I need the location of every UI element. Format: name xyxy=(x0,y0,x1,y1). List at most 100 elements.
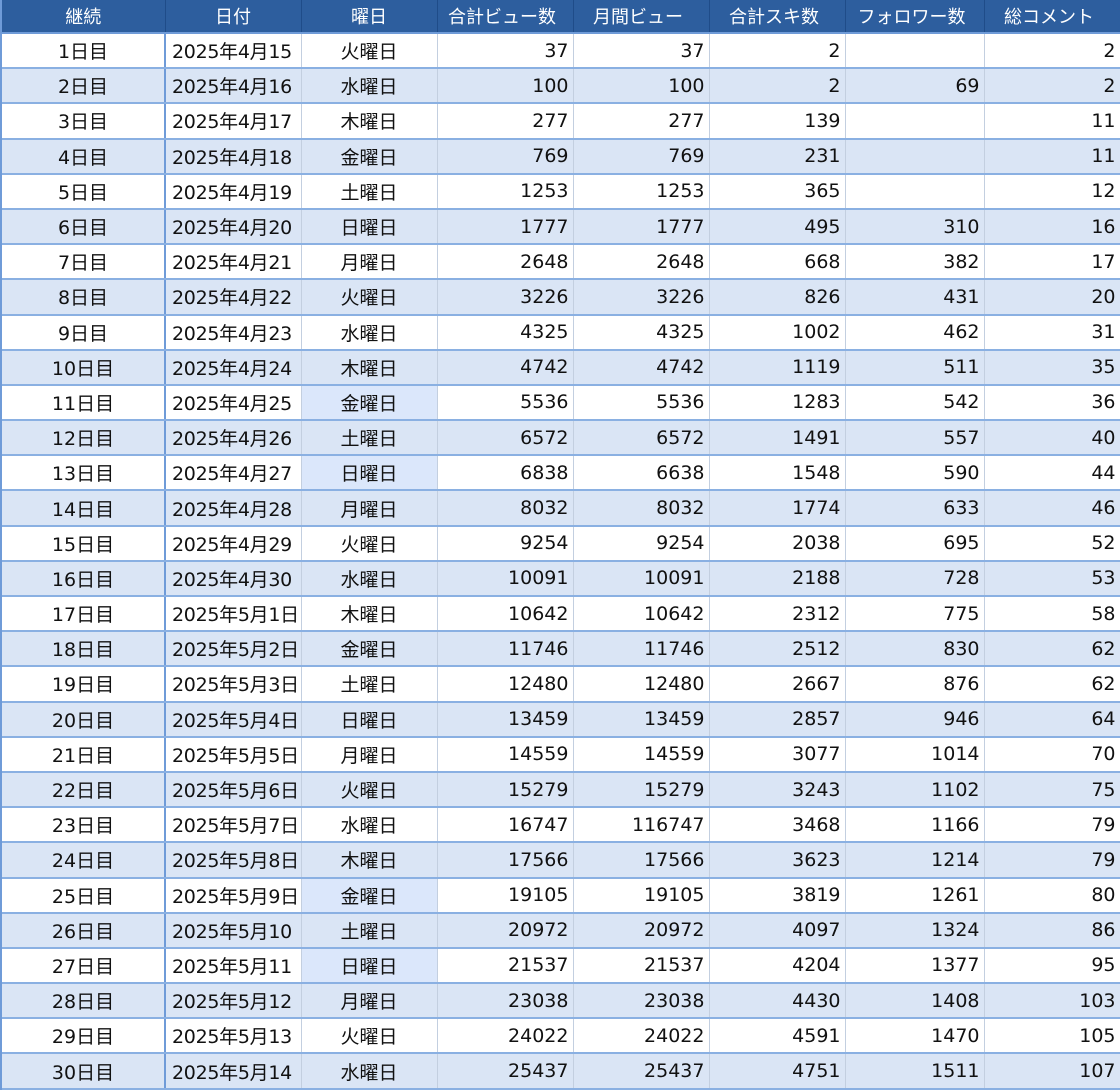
cell-weekday[interactable]: 日曜日 xyxy=(301,701,438,738)
cell-total-comments[interactable]: 46 xyxy=(984,490,1120,527)
cell-total-comments[interactable]: 105 xyxy=(984,1018,1120,1055)
cell-total-likes[interactable]: 1548 xyxy=(709,455,846,492)
cell-total-comments[interactable]: 2 xyxy=(984,68,1120,105)
cell-date[interactable]: 2025年5月2日 xyxy=(165,631,302,668)
cell-total-likes[interactable]: 365 xyxy=(709,173,846,210)
cell-total-comments[interactable]: 62 xyxy=(984,631,1120,668)
cell-followers[interactable] xyxy=(845,103,985,140)
cell-total-likes[interactable]: 3623 xyxy=(709,842,846,879)
cell-streak-day[interactable]: 15日目 xyxy=(2,525,166,562)
cell-total-views[interactable]: 100 xyxy=(437,68,574,105)
cell-weekday[interactable]: 金曜日 xyxy=(301,384,438,422)
cell-total-likes[interactable]: 2512 xyxy=(709,631,846,668)
cell-total-comments[interactable]: 79 xyxy=(984,842,1120,879)
cell-total-views[interactable]: 2648 xyxy=(437,244,574,281)
cell-weekday[interactable]: 水曜日 xyxy=(301,68,438,105)
cell-date[interactable]: 2025年5月13 xyxy=(165,1018,302,1055)
header-total-likes[interactable]: 合計スキ数 xyxy=(709,0,846,34)
cell-total-likes[interactable]: 1002 xyxy=(709,314,846,351)
header-streak[interactable]: 継続 xyxy=(2,0,166,34)
cell-total-views[interactable]: 1777 xyxy=(437,208,574,246)
cell-followers[interactable]: 946 xyxy=(845,701,985,738)
cell-date[interactable]: 2025年5月5日 xyxy=(165,736,302,773)
cell-weekday[interactable]: 月曜日 xyxy=(301,983,438,1020)
cell-monthly-views[interactable]: 9254 xyxy=(573,525,710,562)
cell-total-views[interactable]: 19105 xyxy=(437,877,574,914)
cell-total-comments[interactable]: 35 xyxy=(984,349,1120,386)
cell-followers[interactable]: 431 xyxy=(845,279,985,316)
cell-total-views[interactable]: 3226 xyxy=(437,279,574,316)
cell-streak-day[interactable]: 28日目 xyxy=(2,983,166,1020)
cell-followers[interactable] xyxy=(845,138,985,175)
cell-total-comments[interactable]: 86 xyxy=(984,912,1120,949)
cell-total-views[interactable]: 17566 xyxy=(437,842,574,879)
cell-weekday[interactable]: 月曜日 xyxy=(301,244,438,281)
cell-streak-day[interactable]: 2日目 xyxy=(2,68,166,105)
cell-followers[interactable]: 1408 xyxy=(845,983,985,1020)
cell-followers[interactable]: 511 xyxy=(845,349,985,386)
cell-total-likes[interactable]: 4591 xyxy=(709,1018,846,1055)
cell-total-views[interactable]: 14559 xyxy=(437,736,574,773)
cell-date[interactable]: 2025年4月26 xyxy=(165,420,302,457)
cell-followers[interactable]: 557 xyxy=(845,420,985,457)
cell-total-comments[interactable]: 16 xyxy=(984,208,1120,246)
cell-total-views[interactable]: 15279 xyxy=(437,771,574,809)
header-total-views[interactable]: 合計ビュー数 xyxy=(437,0,574,34)
header-monthly-views[interactable]: 月間ビュー xyxy=(573,0,710,34)
cell-total-comments[interactable]: 36 xyxy=(984,384,1120,422)
cell-date[interactable]: 2025年4月30 xyxy=(165,560,302,598)
cell-monthly-views[interactable]: 6572 xyxy=(573,420,710,457)
cell-weekday[interactable]: 火曜日 xyxy=(301,33,438,70)
cell-total-comments[interactable]: 58 xyxy=(984,596,1120,633)
cell-date[interactable]: 2025年4月17 xyxy=(165,103,302,140)
cell-streak-day[interactable]: 18日目 xyxy=(2,631,166,668)
cell-streak-day[interactable]: 10日目 xyxy=(2,349,166,386)
cell-total-views[interactable]: 4742 xyxy=(437,349,574,386)
cell-monthly-views[interactable]: 19105 xyxy=(573,877,710,914)
cell-total-comments[interactable]: 11 xyxy=(984,138,1120,175)
cell-date[interactable]: 2025年5月7日 xyxy=(165,807,302,844)
cell-monthly-views[interactable]: 8032 xyxy=(573,490,710,527)
cell-date[interactable]: 2025年5月9日 xyxy=(165,877,302,914)
cell-total-likes[interactable]: 3077 xyxy=(709,736,846,773)
cell-total-views[interactable]: 37 xyxy=(437,33,574,70)
cell-followers[interactable]: 310 xyxy=(845,208,985,246)
cell-followers[interactable]: 1261 xyxy=(845,877,985,914)
cell-monthly-views[interactable]: 21537 xyxy=(573,947,710,985)
cell-total-comments[interactable]: 11 xyxy=(984,103,1120,140)
cell-followers[interactable]: 542 xyxy=(845,384,985,422)
cell-total-likes[interactable]: 2667 xyxy=(709,666,846,703)
cell-streak-day[interactable]: 6日目 xyxy=(2,208,166,246)
cell-streak-day[interactable]: 29日目 xyxy=(2,1018,166,1055)
cell-followers[interactable]: 1511 xyxy=(845,1053,985,1090)
cell-followers[interactable] xyxy=(845,173,985,210)
cell-followers[interactable] xyxy=(845,33,985,70)
cell-date[interactable]: 2025年4月16 xyxy=(165,68,302,105)
cell-total-comments[interactable]: 79 xyxy=(984,807,1120,844)
cell-total-likes[interactable]: 139 xyxy=(709,103,846,140)
cell-total-views[interactable]: 13459 xyxy=(437,701,574,738)
cell-followers[interactable]: 69 xyxy=(845,68,985,105)
cell-streak-day[interactable]: 13日目 xyxy=(2,455,166,492)
cell-streak-day[interactable]: 12日目 xyxy=(2,420,166,457)
cell-monthly-views[interactable]: 1777 xyxy=(573,208,710,246)
cell-date[interactable]: 2025年4月18 xyxy=(165,138,302,175)
cell-followers[interactable]: 1377 xyxy=(845,947,985,985)
cell-followers[interactable]: 1166 xyxy=(845,807,985,844)
cell-total-views[interactable]: 16747 xyxy=(437,807,574,844)
cell-date[interactable]: 2025年4月15 xyxy=(165,33,302,70)
cell-date[interactable]: 2025年4月29 xyxy=(165,525,302,562)
cell-total-comments[interactable]: 31 xyxy=(984,314,1120,351)
cell-monthly-views[interactable]: 12480 xyxy=(573,666,710,703)
cell-monthly-views[interactable]: 277 xyxy=(573,103,710,140)
cell-streak-day[interactable]: 4日目 xyxy=(2,138,166,175)
cell-monthly-views[interactable]: 10091 xyxy=(573,560,710,598)
cell-total-views[interactable]: 23038 xyxy=(437,983,574,1020)
cell-weekday[interactable]: 木曜日 xyxy=(301,349,438,386)
cell-monthly-views[interactable]: 13459 xyxy=(573,701,710,738)
cell-date[interactable]: 2025年4月27 xyxy=(165,455,302,492)
cell-weekday[interactable]: 火曜日 xyxy=(301,1018,438,1055)
cell-date[interactable]: 2025年5月10 xyxy=(165,912,302,949)
cell-date[interactable]: 2025年4月22 xyxy=(165,279,302,316)
cell-monthly-views[interactable]: 1253 xyxy=(573,173,710,210)
